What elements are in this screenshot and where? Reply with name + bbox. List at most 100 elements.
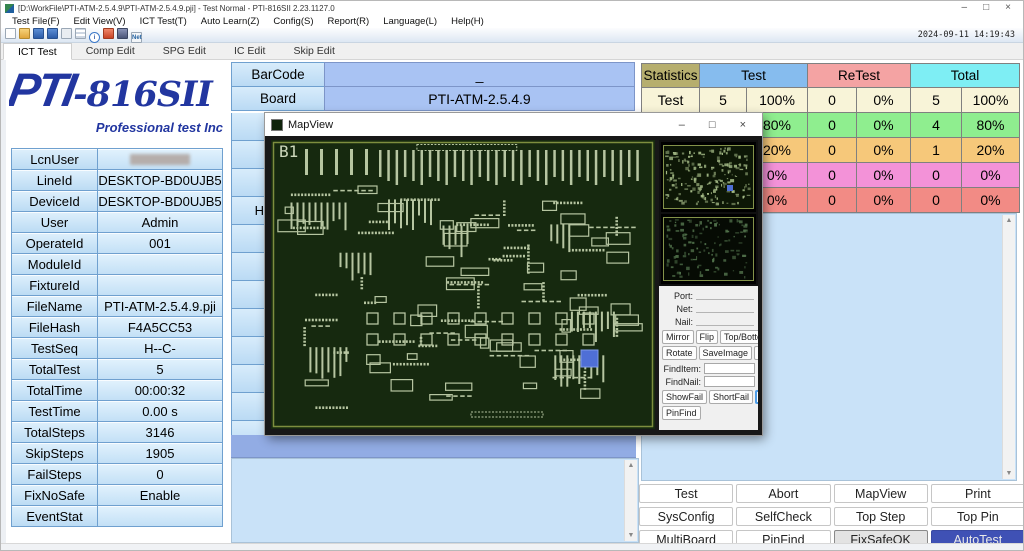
partial-row-label: [232, 225, 265, 253]
mapview-window: MapView – □ × B1 Port:Net:Nail:MirrorFli…: [265, 113, 762, 435]
showfail-button[interactable]: ShowFail: [662, 390, 707, 404]
clear-button[interactable]: Clear: [755, 390, 758, 404]
field-input-net[interactable]: [696, 304, 754, 313]
stats-cell: 0: [808, 188, 857, 213]
window-title: [D:\WorkFile\PTI-ATM-2.5.4.9\PTI-ATM-2.5…: [18, 4, 962, 13]
open-file-icon[interactable]: [19, 28, 30, 39]
tab-ict-test[interactable]: ICT Test: [3, 43, 72, 60]
info-row: FixNoSafeEnable: [11, 484, 223, 506]
save-icon[interactable]: [33, 28, 44, 39]
scroll-up-icon[interactable]: ▲: [628, 462, 635, 469]
abort-button[interactable]: Abort: [736, 484, 830, 503]
tab-skip-edit[interactable]: Skip Edit: [279, 43, 348, 59]
stats-row-test: Test5100%00%5100%: [642, 88, 1020, 113]
net-icon[interactable]: Net: [131, 32, 142, 43]
menu-item-language-l[interactable]: Language(L): [376, 16, 444, 27]
info-row: TestSeqH--C-: [11, 337, 223, 359]
left-frame-strip: [1, 60, 6, 543]
mapview-window-icon: [271, 119, 283, 131]
config-icon[interactable]: [117, 28, 128, 39]
menu-item-config-s[interactable]: Config(S): [266, 16, 320, 27]
log-scrollbar[interactable]: ▲ ▼: [624, 460, 637, 541]
scroll-up-icon[interactable]: ▲: [1006, 217, 1013, 224]
minimize-button[interactable]: –: [962, 2, 968, 14]
partial-row-label: [232, 169, 265, 197]
barcode-input[interactable]: _: [324, 62, 635, 87]
tab-comp-edit[interactable]: Comp Edit: [72, 43, 149, 59]
info-label-filehash: FileHash: [11, 316, 98, 338]
logo-model-text: -816SII: [73, 74, 212, 115]
selfcheck-button[interactable]: SelfCheck: [736, 507, 830, 526]
stats-cell: 0%: [857, 188, 911, 213]
saveimage-button[interactable]: SaveImage: [699, 346, 753, 360]
learn-icon[interactable]: [103, 28, 114, 39]
print-button[interactable]: Print: [931, 484, 1024, 503]
mirror-button[interactable]: Mirror: [662, 330, 694, 344]
stats-cell: 100%: [747, 88, 808, 113]
pcb-layout-graphic: [271, 140, 655, 429]
info-row: OperateId001: [11, 232, 223, 254]
flip-button[interactable]: Flip: [696, 330, 719, 344]
save-all-icon[interactable]: [47, 28, 58, 39]
info-value-totalsteps: 3146: [97, 421, 223, 443]
field-input-finditem[interactable]: [704, 363, 755, 374]
menu-item-report-r[interactable]: Report(R): [321, 16, 377, 27]
top-pin-button[interactable]: Top Pin: [931, 507, 1024, 526]
sysconfig-button[interactable]: SysConfig: [639, 507, 733, 526]
stats-cell: 0%: [962, 188, 1020, 213]
stats-cell: 0: [808, 88, 857, 113]
toolbar-icons: i Net: [5, 26, 145, 44]
tab-ic-edit[interactable]: IC Edit: [220, 43, 280, 59]
partial-row-label: [232, 337, 265, 365]
board-value: PTI-ATM-2.5.4.9: [324, 86, 635, 111]
test-button[interactable]: Test: [639, 484, 733, 503]
new-file-icon[interactable]: [5, 28, 16, 39]
tab-spg-edit[interactable]: SPG Edit: [149, 43, 220, 59]
result-scrollbar[interactable]: ▲ ▼: [1002, 215, 1015, 479]
pinfind-button[interactable]: PinFind: [662, 406, 701, 420]
stats-group-header-total: Total: [911, 64, 1020, 88]
field-label: Nail:: [661, 317, 693, 327]
info-value-deviceid: DESKTOP-BD0UJB5: [97, 190, 223, 212]
close-button[interactable]: ×: [1005, 2, 1011, 14]
field-label: Port:: [661, 291, 693, 301]
info-icon[interactable]: i: [89, 32, 100, 43]
grid-icon[interactable]: [75, 28, 86, 39]
info-value-eventstat: [97, 505, 223, 527]
titlebar: [D:\WorkFile\PTI-ATM-2.5.4.9\PTI-ATM-2.5…: [1, 1, 1023, 15]
field-input-port[interactable]: [696, 291, 754, 300]
board-id-label: B1: [279, 142, 298, 161]
color-button[interactable]: Color: [754, 346, 758, 360]
field-input-nail[interactable]: [696, 317, 754, 326]
info-value-lcnuser: [97, 148, 223, 170]
top-step-button[interactable]: Top Step: [834, 507, 928, 526]
menu-item-help-h[interactable]: Help(H): [444, 16, 491, 27]
pcb-thumbnail-top[interactable]: [661, 142, 756, 212]
rotate-button[interactable]: Rotate: [662, 346, 697, 360]
mapview-maximize-button[interactable]: □: [709, 119, 716, 131]
pcb-map-canvas[interactable]: B1: [271, 140, 655, 429]
menu-item-auto-learn-z[interactable]: Auto Learn(Z): [194, 16, 267, 27]
scroll-down-icon[interactable]: ▼: [628, 532, 635, 539]
info-label-filename: FileName: [11, 295, 98, 317]
top-bottom-button[interactable]: Top/Bottom: [720, 330, 758, 344]
mapview-fail-button-row: ShowFailShortFailClear: [662, 390, 758, 404]
board-row-barcode: BarCode_: [231, 62, 635, 87]
partial-row-label: H: [232, 197, 265, 225]
scroll-down-icon[interactable]: ▼: [1006, 470, 1013, 477]
maximize-button[interactable]: □: [983, 2, 989, 14]
stats-cell: 1: [911, 138, 962, 163]
mapview-minimize-button[interactable]: –: [679, 119, 685, 131]
mapview-button[interactable]: MapView: [834, 484, 928, 503]
mapview-close-button[interactable]: ×: [740, 119, 746, 131]
board-panel-footer-strip: [231, 435, 636, 458]
info-row: TotalTest5: [11, 358, 223, 380]
mapview-titlebar[interactable]: MapView – □ ×: [265, 113, 762, 136]
log-panel: ▲ ▼: [231, 458, 639, 543]
shortfail-button[interactable]: ShortFail: [709, 390, 753, 404]
field-input-findnail[interactable]: [704, 376, 755, 387]
stats-cell: 0%: [857, 163, 911, 188]
pcb-thumbnail-bottom[interactable]: [661, 214, 756, 284]
info-label-lineid: LineId: [11, 169, 98, 191]
report-icon[interactable]: [61, 28, 72, 39]
